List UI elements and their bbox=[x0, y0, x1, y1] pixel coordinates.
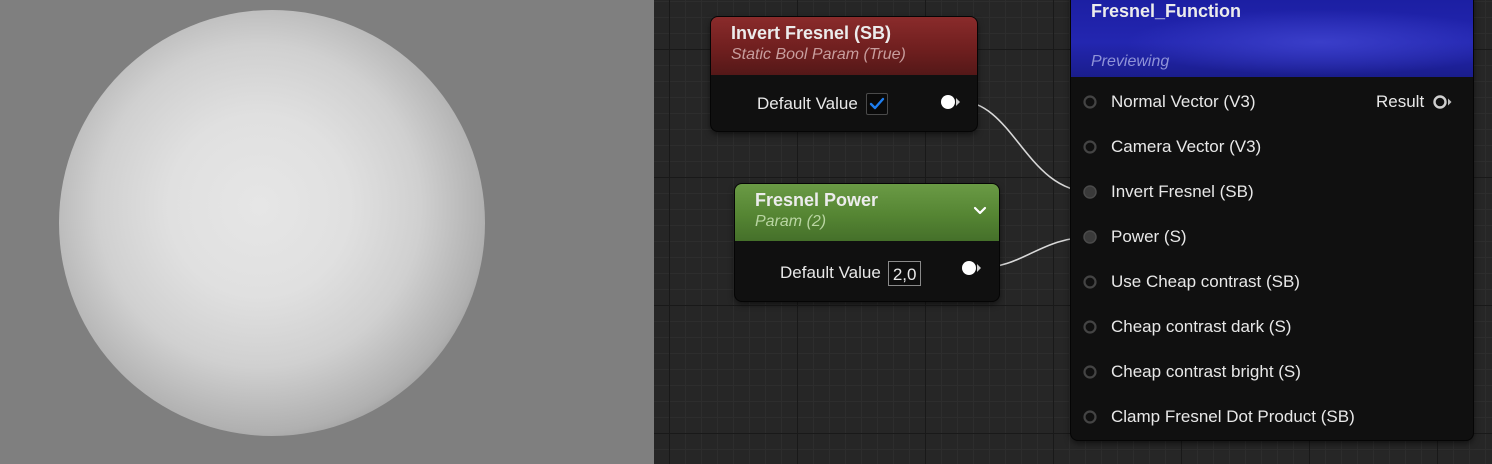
preview-viewport[interactable] bbox=[0, 0, 654, 464]
node-title: Invert Fresnel (SB) bbox=[731, 23, 892, 43]
output-result-row[interactable]: Result bbox=[1376, 89, 1454, 115]
node-title: Fresnel_Function bbox=[1091, 1, 1242, 21]
input-pin[interactable] bbox=[1083, 365, 1097, 379]
input-cheap-contrast-bright[interactable]: Cheap contrast bright (S) bbox=[1083, 359, 1301, 385]
output-pin[interactable] bbox=[939, 93, 963, 111]
input-pin[interactable] bbox=[1083, 95, 1097, 109]
default-value-row: Default Value bbox=[757, 91, 888, 117]
input-use-cheap-contrast[interactable]: Use Cheap contrast (SB) bbox=[1083, 269, 1300, 295]
input-pin[interactable] bbox=[1083, 230, 1097, 244]
input-label: Normal Vector (V3) bbox=[1111, 92, 1256, 111]
input-label: Clamp Fresnel Dot Product (SB) bbox=[1111, 407, 1355, 426]
input-pin[interactable] bbox=[1083, 275, 1097, 289]
preview-sphere bbox=[59, 10, 485, 436]
output-pin[interactable] bbox=[1432, 94, 1454, 110]
input-pin[interactable] bbox=[1083, 140, 1097, 154]
node-graph[interactable]: Invert Fresnel (SB) Static Bool Param (T… bbox=[654, 0, 1492, 464]
fresnel-function-node[interactable]: Fresnel_Function Previewing Normal Vecto… bbox=[1071, 0, 1473, 440]
node-subtitle: Previewing bbox=[1091, 53, 1170, 70]
input-label: Use Cheap contrast (SB) bbox=[1111, 272, 1300, 291]
invert-fresnel-node[interactable]: Invert Fresnel (SB) Static Bool Param (T… bbox=[711, 17, 977, 131]
invert-fresnel-header[interactable]: Invert Fresnel (SB) Static Bool Param (T… bbox=[711, 17, 977, 75]
fresnel-power-header[interactable]: Fresnel Power Param (2) bbox=[735, 184, 999, 241]
input-pin[interactable] bbox=[1083, 410, 1097, 424]
fresnel-power-node[interactable]: Fresnel Power Param (2) Default Value 2,… bbox=[735, 184, 999, 301]
input-pin[interactable] bbox=[1083, 320, 1097, 334]
input-label: Power (S) bbox=[1111, 227, 1187, 246]
default-value-label: Default Value bbox=[757, 94, 858, 113]
default-value-row: Default Value 2,0 bbox=[780, 260, 922, 286]
input-label: Camera Vector (V3) bbox=[1111, 137, 1262, 156]
input-label: Cheap contrast bright (S) bbox=[1111, 362, 1301, 381]
fresnel-function-header[interactable]: Fresnel_Function Previewing bbox=[1071, 0, 1473, 77]
input-power[interactable]: Power (S) bbox=[1083, 224, 1187, 250]
output-pin[interactable] bbox=[960, 259, 984, 277]
node-subtitle: Static Bool Param (True) bbox=[731, 46, 906, 63]
node-title: Fresnel Power bbox=[755, 190, 879, 210]
default-value-label: Default Value bbox=[780, 263, 881, 282]
check-icon bbox=[869, 97, 885, 110]
output-label: Result bbox=[1376, 92, 1425, 111]
node-subtitle: Param (2) bbox=[755, 213, 827, 230]
input-clamp-fresnel-dot[interactable]: Clamp Fresnel Dot Product (SB) bbox=[1083, 404, 1355, 430]
chevron-down-icon[interactable] bbox=[973, 204, 987, 218]
input-label: Invert Fresnel (SB) bbox=[1111, 182, 1254, 201]
input-cheap-contrast-dark[interactable]: Cheap contrast dark (S) bbox=[1083, 314, 1291, 340]
input-pin[interactable] bbox=[1083, 185, 1097, 199]
material-editor: Invert Fresnel (SB) Static Bool Param (T… bbox=[0, 0, 1492, 464]
default-value-checkbox[interactable] bbox=[865, 93, 888, 115]
default-value-field[interactable]: 2,0 bbox=[887, 260, 922, 286]
input-invert-fresnel[interactable]: Invert Fresnel (SB) bbox=[1083, 179, 1254, 205]
input-label: Cheap contrast dark (S) bbox=[1111, 317, 1292, 336]
input-normal-vector[interactable]: Normal Vector (V3) bbox=[1083, 89, 1256, 115]
input-camera-vector[interactable]: Camera Vector (V3) bbox=[1083, 134, 1261, 160]
